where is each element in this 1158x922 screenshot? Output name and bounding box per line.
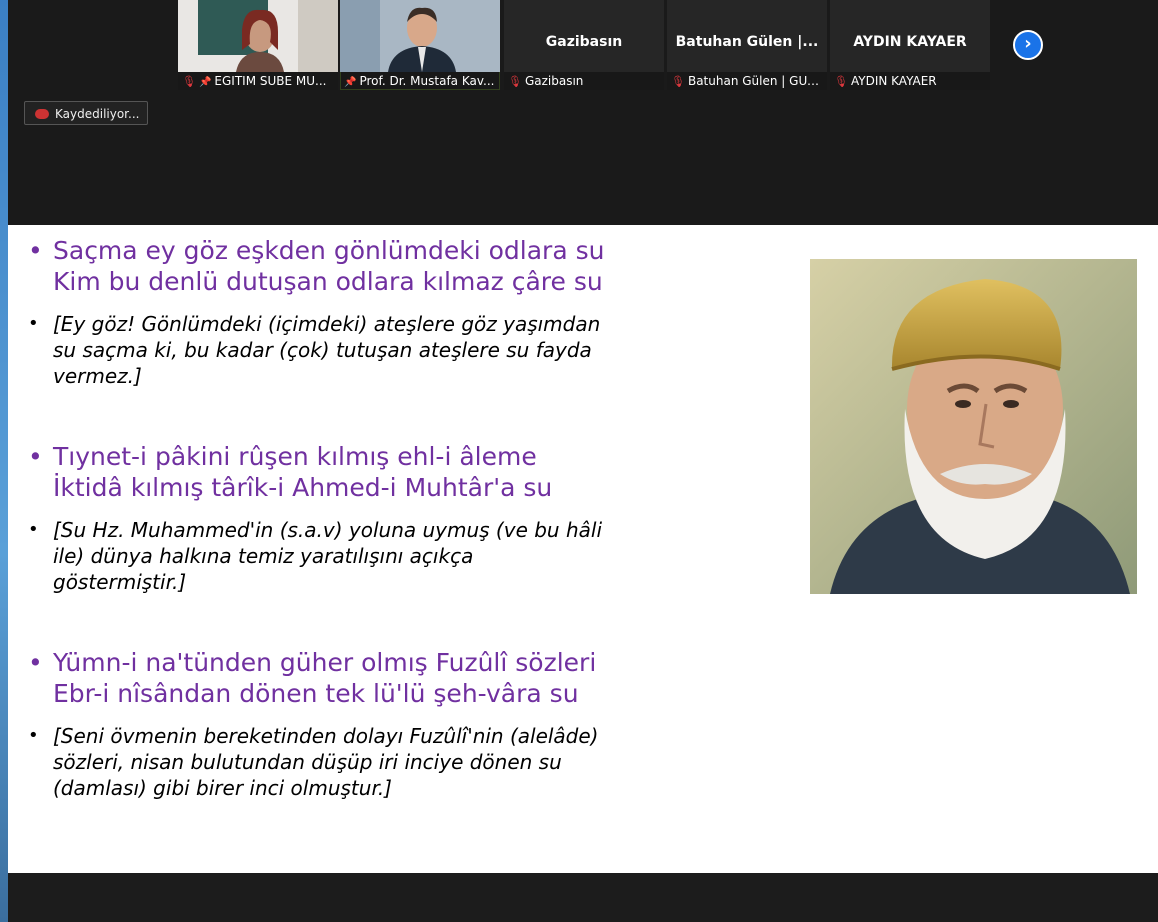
participant-tile-3[interactable]: Gazibasın 🎙 Gazibasın bbox=[504, 0, 664, 90]
participant-name-3: Gazibasın bbox=[545, 34, 623, 50]
participant-name-4: Batuhan Gülen |... bbox=[675, 34, 819, 50]
participant-video-2 bbox=[340, 0, 500, 72]
next-page-button[interactable]: › bbox=[1013, 30, 1043, 60]
bottom-bar bbox=[8, 873, 1158, 922]
translation-3: [Seni övmenin bereketinden dolayı Fuzûlî… bbox=[28, 723, 598, 801]
translation-1: [Ey göz! Gönlümdeki (içimdeki) ateşlere … bbox=[28, 311, 600, 389]
participant-tile-1[interactable]: 🎙 📌 EGITIM SUBE MU... bbox=[178, 0, 338, 90]
participant-strip: 🎙 📌 EGITIM SUBE MU... 📌 Prof. Dr. Mustafa K… bbox=[8, 0, 1158, 225]
mic-muted-icon: 🎙 bbox=[671, 75, 685, 88]
mic-muted-icon: 🎙 bbox=[508, 75, 522, 88]
participant-tile-4[interactable]: Batuhan Gülen |... 🎙 Batuhan Gülen | GUZE… bbox=[667, 0, 827, 90]
participant-label-1: 🎙 📌 EGITIM SUBE MU... bbox=[178, 72, 338, 90]
recording-indicator[interactable]: Kaydediliyor... bbox=[24, 101, 148, 125]
participant-video-1 bbox=[178, 0, 338, 72]
participant-tile-2[interactable]: 📌 Prof. Dr. Mustafa Kav... bbox=[340, 0, 500, 90]
participant-label-2: 📌 Prof. Dr. Mustafa Kav... bbox=[340, 72, 500, 90]
verse-1: Saçma ey göz eşkden gönlümdeki odlara su… bbox=[28, 235, 604, 297]
poet-portrait bbox=[810, 259, 1137, 594]
shared-slide: Saçma ey göz eşkden gönlümdeki odlara su… bbox=[8, 225, 1158, 873]
verse-2: Tıynet-i pâkini rûşen kılmış ehl-i âleme… bbox=[28, 441, 552, 503]
participant-label-3: 🎙 Gazibasın bbox=[504, 72, 664, 90]
translation-2: [Su Hz. Muhammed'in (s.a.v) yoluna uymuş… bbox=[28, 517, 602, 595]
participant-label-4: 🎙 Batuhan Gülen | GUZE... bbox=[667, 72, 827, 90]
participant-name-5: AYDIN KAYAER bbox=[853, 34, 967, 50]
cloud-record-icon bbox=[35, 109, 49, 119]
mic-muted-icon: 🎙 bbox=[834, 75, 848, 88]
pin-icon: 📌 bbox=[344, 77, 357, 88]
pin-icon: 📌 bbox=[198, 77, 212, 88]
participant-tile-5[interactable]: AYDIN KAYAER 🎙 AYDIN KAYAER bbox=[830, 0, 990, 90]
verse-3: Yümn-i na'tünden güher olmış Fuzûlî sözl… bbox=[28, 647, 596, 709]
mic-muted-icon: 🎙 bbox=[182, 75, 196, 88]
desktop-background bbox=[0, 0, 8, 922]
chevron-right-icon: › bbox=[1024, 33, 1032, 54]
participant-label-5: 🎙 AYDIN KAYAER bbox=[830, 72, 990, 90]
